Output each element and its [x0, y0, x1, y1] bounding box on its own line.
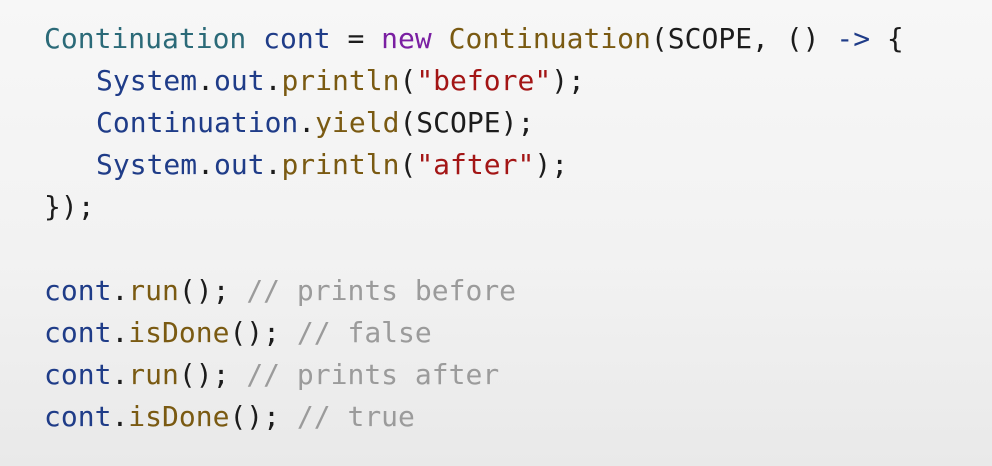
code-token: ( — [399, 148, 417, 181]
code-token: // prints before — [246, 274, 517, 307]
code-token: new — [381, 22, 432, 55]
code-token: out — [214, 148, 265, 181]
code-token: println — [281, 148, 400, 181]
code-token: (SCOPE, () — [650, 22, 837, 55]
code-token: // true — [296, 400, 415, 433]
code-token: cont — [44, 316, 112, 349]
code-token: Continuation — [96, 106, 299, 139]
code-line: cont.run(); // prints before — [44, 270, 904, 312]
code-token: "before" — [416, 64, 552, 97]
code-token: ( — [399, 64, 417, 97]
code-token: System — [96, 148, 198, 181]
code-token: isDone — [128, 400, 230, 433]
code-token: . — [111, 358, 129, 391]
code-token: cont — [44, 358, 112, 391]
code-token: (); — [178, 358, 247, 391]
code-token: "after" — [416, 148, 535, 181]
code-token: (); — [229, 400, 297, 433]
code-token: -> — [836, 22, 871, 55]
code-token: Continuation — [448, 22, 651, 55]
code-token: { — [870, 22, 904, 55]
code-token: . — [197, 64, 215, 97]
code-token: ); — [534, 148, 569, 181]
code-token: // prints after — [246, 358, 500, 391]
code-token: . — [111, 400, 129, 433]
code-token: . — [111, 274, 129, 307]
code-token: ); — [551, 64, 585, 97]
code-token: cont — [44, 400, 112, 433]
code-token: (); — [229, 316, 297, 349]
code-token: run — [128, 274, 179, 307]
code-token: println — [281, 64, 400, 97]
code-block: Continuation cont = new Continuation(SCO… — [44, 18, 904, 438]
code-token: = — [330, 22, 382, 55]
code-token: cont — [44, 274, 112, 307]
code-token: . — [197, 148, 215, 181]
code-line: cont.isDone(); // true — [44, 396, 904, 438]
code-line: cont.isDone(); // false — [44, 312, 904, 354]
code-token: Continuation — [44, 22, 247, 55]
code-token: (); — [178, 274, 247, 307]
code-line: Continuation.yield(SCOPE); — [44, 102, 904, 144]
code-token: cont — [263, 22, 331, 55]
code-line: Continuation cont = new Continuation(SCO… — [44, 18, 904, 60]
code-token: . — [264, 148, 282, 181]
code-line: cont.run(); // prints after — [44, 354, 904, 396]
code-token: // false — [296, 316, 432, 349]
code-token: run — [128, 358, 179, 391]
code-token: . — [111, 316, 129, 349]
code-token: . — [264, 64, 282, 97]
code-line: System.out.println("after"); — [44, 144, 904, 186]
code-token: out — [214, 64, 265, 97]
code-token: . — [298, 106, 316, 139]
code-token: System — [96, 64, 198, 97]
code-token: (SCOPE); — [399, 106, 535, 139]
code-token: isDone — [128, 316, 230, 349]
code-line: System.out.println("before"); — [44, 60, 904, 102]
code-token: }); — [44, 190, 95, 223]
code-line: }); — [44, 186, 904, 228]
code-token: yield — [315, 106, 400, 139]
